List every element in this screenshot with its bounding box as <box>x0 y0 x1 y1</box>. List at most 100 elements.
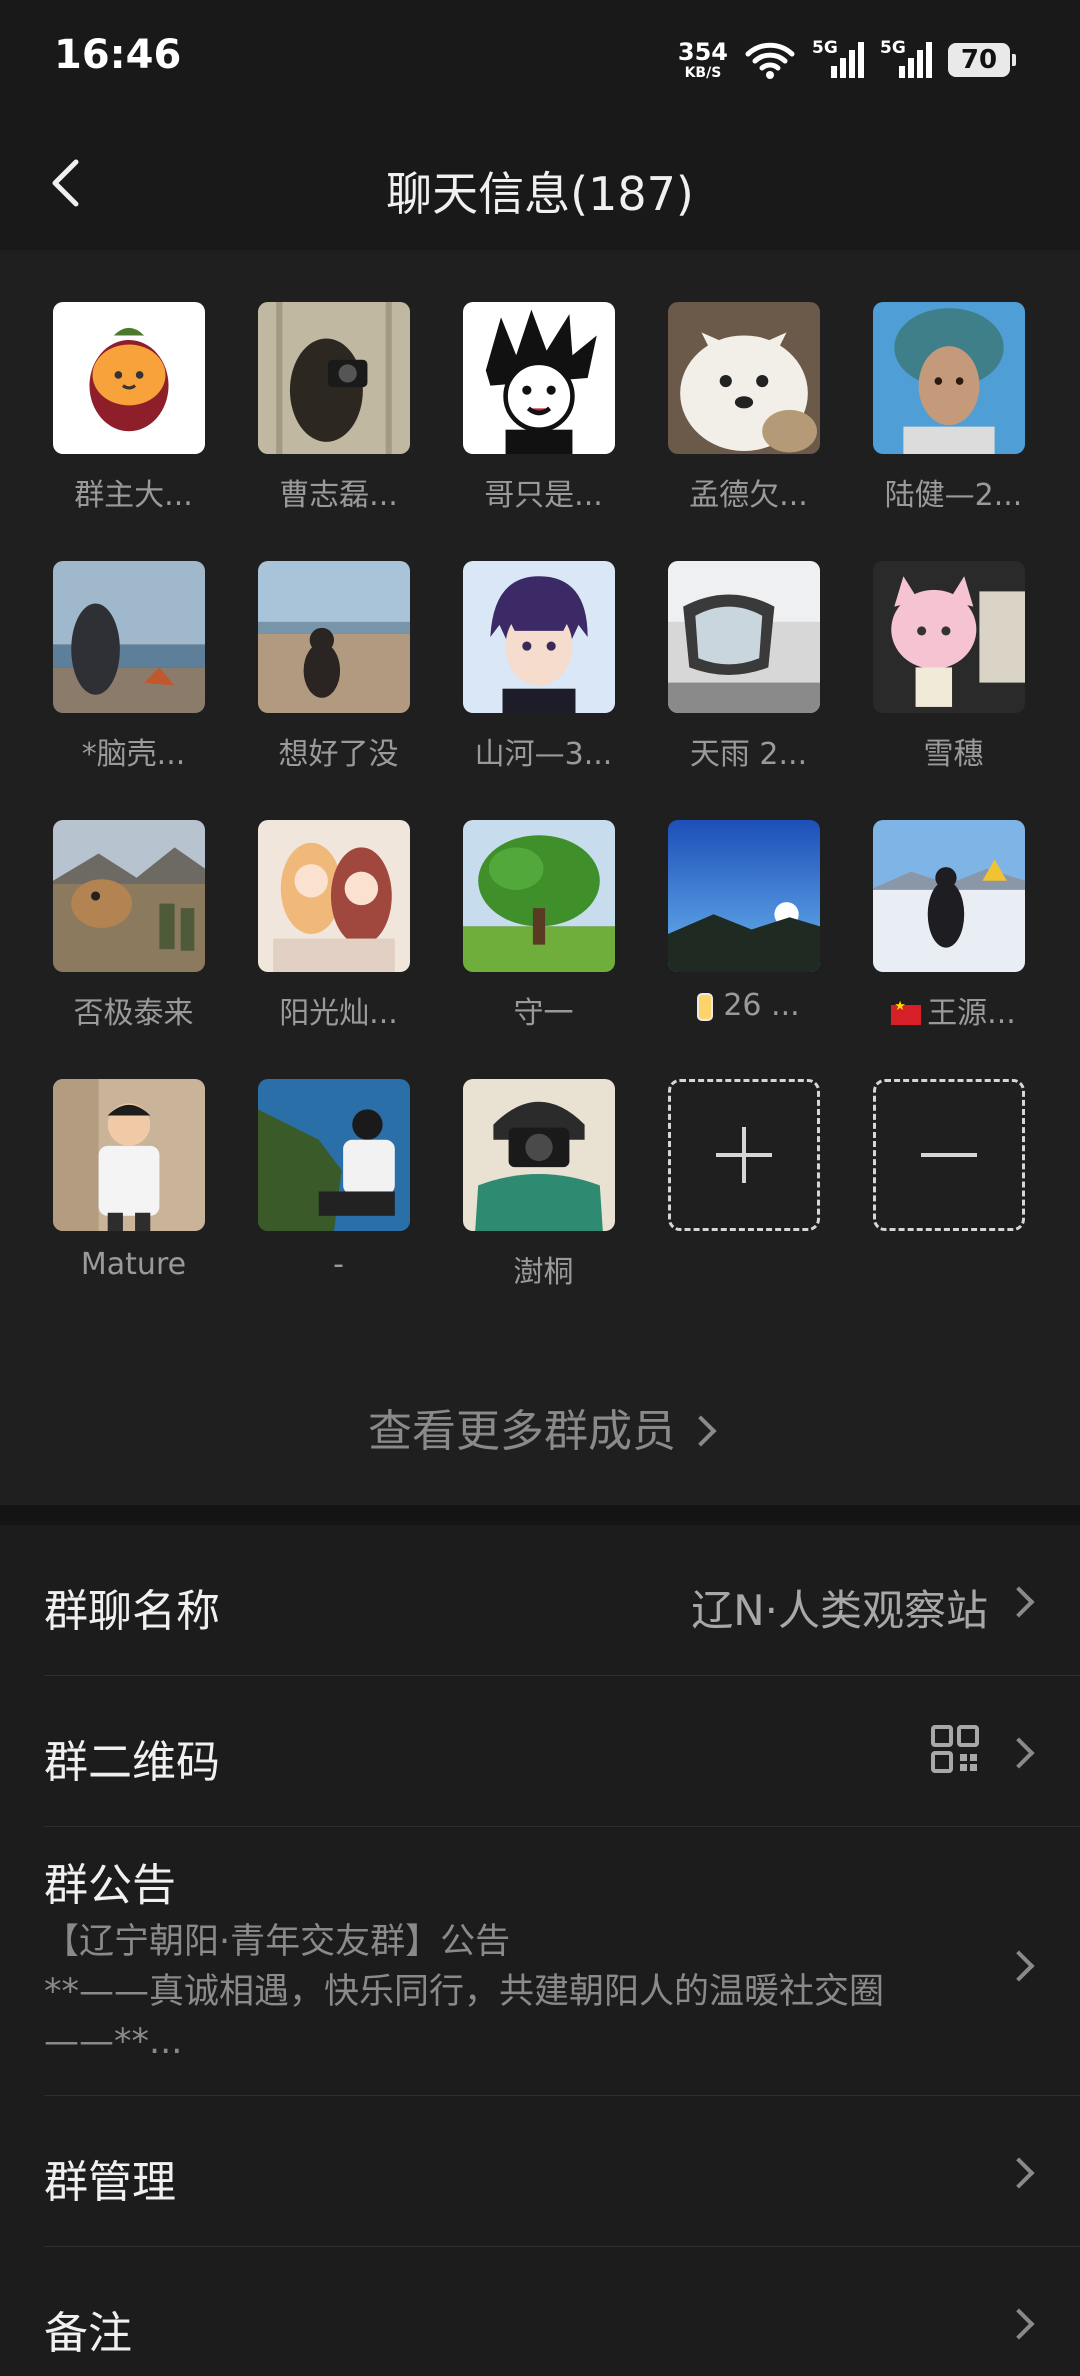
group-name-row[interactable]: 群聊名称 辽N·人类观察站 <box>0 1525 1080 1675</box>
chevron-right-icon <box>1003 2308 1035 2340</box>
status-bar: 16:46 354 KB/S 5G 5G 70 <box>0 0 1080 120</box>
members-section: 群主大... 曹志磊... 哥只是... 孟德欠... 陆健—2... *脑壳.… <box>0 250 1080 1505</box>
group-notice-label: 群公告 <box>44 1860 176 1911</box>
member-item[interactable]: 守一 <box>441 820 646 1079</box>
member-name-text: 王源... <box>927 996 1016 1031</box>
signal-icon-sim2: 5G <box>880 38 932 82</box>
group-notice-row[interactable]: 群公告 【辽宁朝阳·青年交友群】公告 **——真诚相遇，快乐同行，共建朝阳人的温… <box>0 1827 1080 2095</box>
notice-line: 【辽宁朝阳·青年交友群】公告 <box>44 1922 511 1962</box>
plus-icon <box>716 1127 772 1183</box>
status-icons: 354 KB/S 5G 5G 70 <box>678 30 1016 90</box>
qr-code-label: 群二维码 <box>44 1737 220 1788</box>
member-name: 雪穗 <box>923 737 984 772</box>
member-name: 陆健—2... <box>884 478 1023 513</box>
nav-bar: 聊天信息(187) <box>0 120 1080 250</box>
member-item[interactable]: 天雨 2... <box>646 561 851 820</box>
member-item[interactable]: 阳光灿... <box>236 820 441 1079</box>
baby-bottle-icon <box>697 992 714 1021</box>
avatar <box>258 820 410 972</box>
avatar <box>463 1079 615 1231</box>
avatar <box>53 820 205 972</box>
member-name: *脑壳... <box>81 737 186 772</box>
avatar <box>668 820 820 972</box>
member-grid: 群主大... 曹志磊... 哥只是... 孟德欠... 陆健—2... *脑壳.… <box>31 302 1051 1338</box>
remark-label: 备注 <box>44 2308 132 2359</box>
member-item[interactable]: 否极泰来 <box>31 820 236 1079</box>
member-name: 阳光灿... <box>279 996 398 1031</box>
group-manage-row[interactable]: 群管理 <box>0 2096 1080 2246</box>
chevron-right-icon <box>685 1415 717 1447</box>
member-name: 山河—3... <box>474 737 613 772</box>
avatar <box>463 820 615 972</box>
member-name: 想好了没 <box>278 737 399 772</box>
avatar <box>258 1079 410 1231</box>
avatar <box>873 302 1025 454</box>
member-name: 哥只是... <box>484 478 603 513</box>
section-divider <box>0 1505 1080 1525</box>
chevron-right-icon <box>1003 1950 1035 1982</box>
member-item[interactable]: 陆健—2... <box>851 302 1056 561</box>
member-name: 天雨 2... <box>689 737 808 772</box>
group-name-value: 辽N·人类观察站 <box>691 1586 988 1635</box>
member-item[interactable]: 雪穗 <box>851 561 1056 820</box>
member-name: 群主大... <box>74 478 193 513</box>
view-more-members-button[interactable]: 查看更多群成员 <box>0 1395 1080 1459</box>
add-slot <box>668 1079 820 1231</box>
member-item[interactable]: 曹志磊... <box>236 302 441 561</box>
member-item[interactable]: 澍桐 <box>441 1079 646 1338</box>
wifi-icon <box>745 42 795 79</box>
view-more-label: 查看更多群成员 <box>368 1406 676 1457</box>
settings-list: 群聊名称 辽N·人类观察站 群二维码 群公告 【辽宁朝阳·青年交友群】公告 **… <box>0 1525 1080 2376</box>
remark-row[interactable]: 备注 <box>0 2247 1080 2376</box>
network-speed-unit: KB/S <box>684 65 722 81</box>
clock: 16:46 <box>54 32 182 78</box>
notice-line: ——**... <box>44 2022 183 2062</box>
member-item[interactable]: 山河—3... <box>441 561 646 820</box>
member-name: 否极泰来 <box>73 996 194 1031</box>
qr-code-icon <box>931 1725 979 1773</box>
member-name: Mature <box>80 1247 187 1282</box>
member-item[interactable]: Mature <box>31 1079 236 1338</box>
member-name: 守一 <box>513 996 574 1031</box>
page-title: 聊天信息(187) <box>386 167 694 221</box>
avatar <box>463 561 615 713</box>
member-name: 王源... <box>851 988 1056 1032</box>
chevron-right-icon <box>1003 1586 1035 1618</box>
avatar <box>668 561 820 713</box>
member-name: 澍桐 <box>513 1255 574 1290</box>
network-speed: 354 KB/S <box>678 40 728 80</box>
avatar <box>668 302 820 454</box>
avatar <box>463 302 615 454</box>
avatar <box>873 820 1025 972</box>
member-item[interactable]: 王源... <box>851 820 1056 1079</box>
minus-icon <box>921 1153 977 1157</box>
avatar <box>258 302 410 454</box>
battery-icon: 70 <box>948 43 1016 77</box>
member-name: 26 ... <box>646 988 851 1023</box>
member-item[interactable]: 哥只是... <box>441 302 646 561</box>
avatar <box>258 561 410 713</box>
member-name: 曹志磊... <box>279 478 398 513</box>
member-item[interactable]: - <box>236 1079 441 1338</box>
battery-level: 70 <box>960 45 998 75</box>
avatar <box>873 561 1025 713</box>
group-manage-label: 群管理 <box>44 2157 176 2208</box>
avatar <box>53 561 205 713</box>
group-notice-content: 【辽宁朝阳·青年交友群】公告 **——真诚相遇，快乐同行，共建朝阳人的温暖社交圈… <box>44 1917 984 2067</box>
member-item[interactable]: 孟德欠... <box>646 302 851 561</box>
notice-line: **——真诚相遇，快乐同行，共建朝阳人的温暖社交圈 <box>44 1972 885 2012</box>
member-item[interactable]: 群主大... <box>31 302 236 561</box>
add-member-button[interactable] <box>646 1079 851 1338</box>
member-item[interactable]: 26 ... <box>646 820 851 1079</box>
member-name: - <box>333 1247 344 1282</box>
member-name: 孟德欠... <box>689 478 808 513</box>
avatar <box>53 302 205 454</box>
avatar <box>53 1079 205 1231</box>
qr-code-row[interactable]: 群二维码 <box>0 1676 1080 1826</box>
chevron-right-icon <box>1003 1737 1035 1769</box>
remove-slot <box>873 1079 1025 1231</box>
member-item[interactable]: *脑壳... <box>31 561 236 820</box>
remove-member-button[interactable] <box>851 1079 1056 1338</box>
signal-icon-sim1: 5G <box>812 38 864 82</box>
member-item[interactable]: 想好了没 <box>236 561 441 820</box>
